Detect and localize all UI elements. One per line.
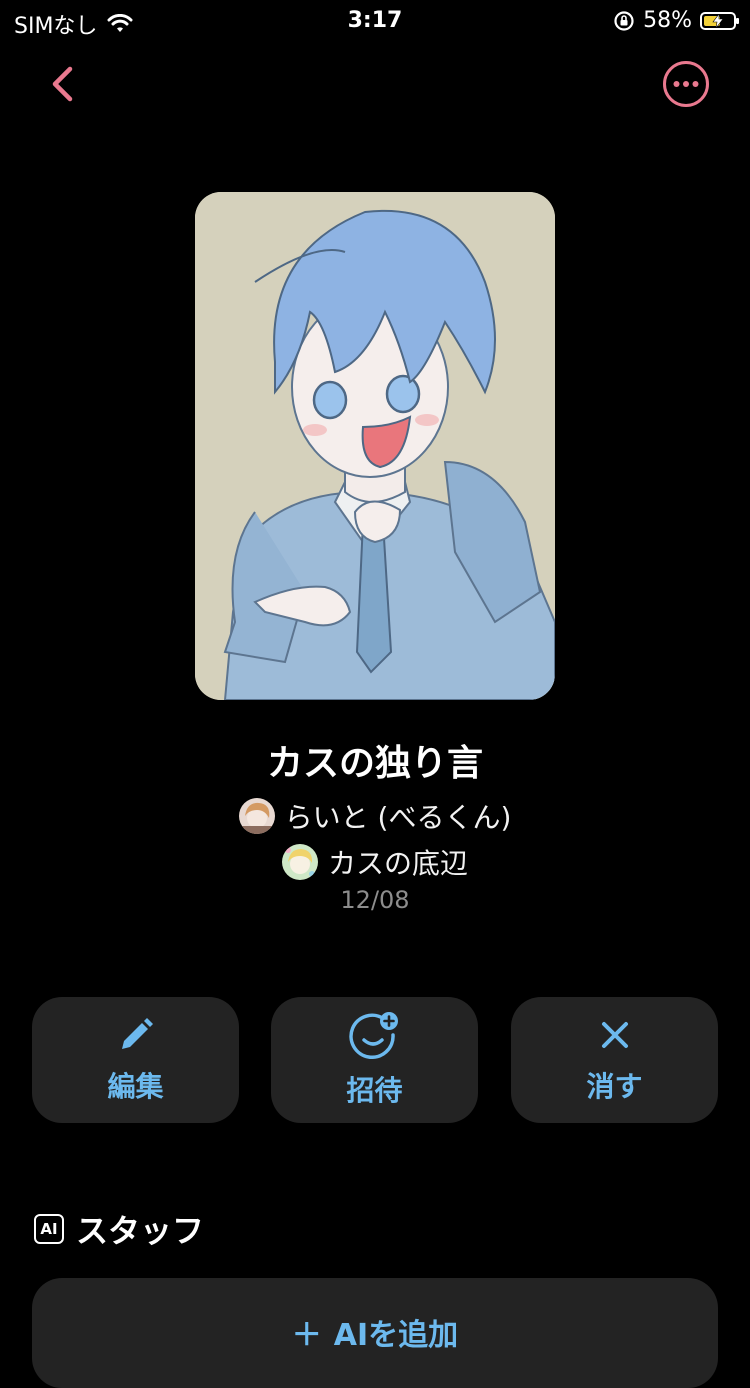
circle-avatar: [281, 844, 318, 880]
staff-section-heading: AI スタッフ: [34, 1206, 204, 1252]
add-ai-button[interactable]: ＋ AIを追加: [32, 1278, 718, 1388]
status-bar: SIMなし 3:17 58%: [0, 0, 750, 42]
invite-label: 招待: [346, 1074, 403, 1107]
delete-label: 消す: [586, 1070, 643, 1103]
charging-bolt-icon: [712, 13, 724, 28]
cover-illustration: [195, 192, 555, 700]
delete-button[interactable]: 消す: [511, 997, 718, 1123]
owner-avatar: [238, 798, 275, 834]
battery-percent: 58%: [643, 8, 692, 33]
back-button[interactable]: [40, 60, 88, 108]
status-right: 58%: [613, 8, 739, 33]
owner-name: らいと (べるくん): [284, 801, 512, 834]
track-title: カスの独り言: [266, 743, 483, 784]
chevron-left-icon: [52, 66, 73, 102]
close-icon: [601, 1022, 628, 1048]
edit-label: 編集: [107, 1070, 164, 1103]
invite-button[interactable]: 招待: [271, 997, 478, 1123]
cover-artwork[interactable]: [195, 192, 555, 700]
orientation-lock-icon: [614, 10, 634, 31]
owner-row[interactable]: らいと (べるくん): [0, 796, 750, 836]
more-circle-icon: [663, 61, 709, 107]
edit-button[interactable]: 編集: [32, 997, 239, 1123]
battery-icon: [700, 11, 739, 30]
staff-heading-label: スタッフ: [76, 1212, 205, 1250]
add-person-icon: [348, 1012, 398, 1059]
pencil-icon: [121, 1018, 153, 1049]
circle-row[interactable]: カスの底辺: [0, 842, 750, 882]
add-ai-label: AIを追加: [333, 1318, 459, 1353]
ai-badge-icon: AI: [34, 1214, 64, 1244]
plus-icon: ＋: [291, 1318, 322, 1353]
more-options-button[interactable]: [662, 60, 710, 108]
circle-name: カスの底辺: [327, 847, 468, 880]
track-date: 12/08: [340, 886, 410, 914]
